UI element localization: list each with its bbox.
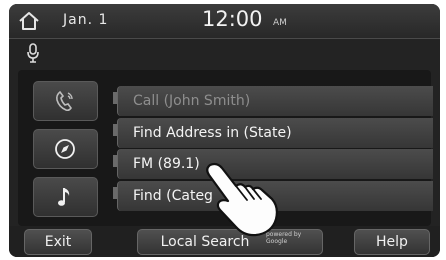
date-display: Jan. 1 — [63, 12, 109, 28]
voice-recognition-screen: Jan. 1 12:00 AM Call (John Smith) Find A… — [0, 0, 446, 260]
compass-icon — [55, 139, 75, 159]
status-bar: Jan. 1 12:00 AM — [9, 4, 440, 39]
home-button[interactable] — [15, 7, 43, 35]
exit-button[interactable]: Exit — [24, 229, 92, 255]
music-note-icon — [58, 188, 70, 206]
help-label: Help — [376, 234, 408, 250]
home-icon — [19, 12, 39, 30]
clock-display: 12:00 — [202, 7, 263, 31]
navigation-button[interactable] — [33, 129, 98, 169]
microphone-icon — [27, 43, 39, 63]
pointing-hand-icon — [206, 162, 278, 237]
exit-label: Exit — [44, 234, 72, 250]
command-find-address[interactable]: Find Address in (State) — [117, 118, 433, 148]
display: Jan. 1 12:00 AM Call (John Smith) Find A… — [9, 4, 440, 257]
phone-button[interactable] — [33, 81, 98, 121]
music-button[interactable] — [33, 177, 98, 217]
help-button[interactable]: Help — [354, 229, 430, 255]
ampm-indicator: AM — [273, 18, 287, 28]
command-call[interactable]: Call (John Smith) — [117, 86, 433, 116]
phone-icon — [56, 90, 73, 112]
